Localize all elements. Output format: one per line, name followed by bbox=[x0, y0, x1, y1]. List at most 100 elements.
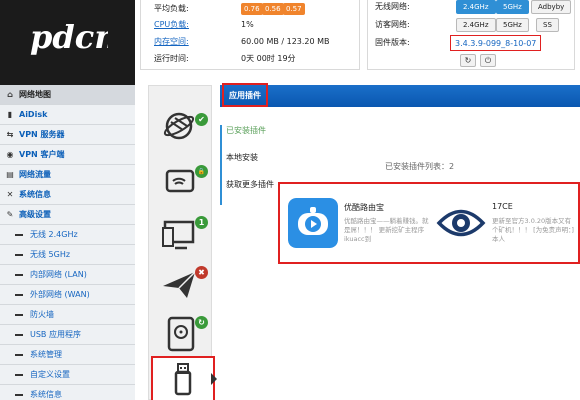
submenu-dash bbox=[15, 254, 23, 256]
menu-item-icon: ✎ bbox=[6, 210, 14, 219]
submenu-dash bbox=[15, 354, 23, 356]
menu-item-label: 系统信息 bbox=[19, 190, 51, 199]
plugin-card[interactable]: 17CE 更新至官方3.0.20版本又有个矿机！！！ [为免责声明：] 本人 bbox=[434, 188, 580, 258]
firmware-version-link[interactable]: 3.4.3.9-099_8-10-07 bbox=[450, 35, 542, 51]
menu-item[interactable]: ⇆ VPN 服务器 bbox=[0, 125, 135, 145]
wireless-5-button[interactable]: 5GHz bbox=[496, 0, 529, 14]
menu-item-icon: ⇆ bbox=[6, 130, 14, 139]
guest-row: 访客网络: 2.4GHz 5GHz SS bbox=[368, 15, 576, 35]
menu-item-label: 系统管理 bbox=[30, 350, 62, 359]
eye-logo-icon bbox=[436, 209, 486, 237]
submenu-dash bbox=[15, 394, 23, 396]
uptime-row: 运行时间: 0天 00时 19分 bbox=[141, 50, 361, 68]
main-menu: ⌂ 网络地图 ▮ AiDisk ⇆ VPN 服务器 ◉ VPN 客户端 ▤ 网络流量 ✕ 系统信息 ✎ 高… bbox=[0, 85, 135, 400]
guest-5-button[interactable]: 5GHz bbox=[496, 18, 529, 32]
panel-header: 应用插件 bbox=[220, 83, 580, 107]
menu-item-label: 无线 5GHz bbox=[30, 250, 71, 259]
cpu-label[interactable]: CPU负载: bbox=[154, 16, 189, 34]
menu-item-icon: ▤ bbox=[6, 170, 14, 179]
menu-item[interactable]: USB 应用程序 bbox=[0, 325, 135, 345]
cpu-row: CPU负载: 1% bbox=[141, 16, 361, 34]
menu-item-label: VPN 客户端 bbox=[19, 150, 65, 159]
panel-title: 应用插件 bbox=[222, 83, 268, 107]
ss-button[interactable]: SS bbox=[536, 18, 559, 32]
refresh-badge-icon: ↻ bbox=[195, 316, 208, 329]
plugin-desc: 优酷路由宝——躺着赚钱。就是屌！！！ 更新挖矿主程序ikuacc到 bbox=[344, 217, 429, 243]
usb-plugin-tab[interactable] bbox=[151, 356, 215, 400]
mem-label[interactable]: 内存空间: bbox=[154, 33, 189, 51]
plugin-cards: 优酷路由宝 优酷路由宝——躺着赚钱。就是屌！！！ 更新挖矿主程序ikuacc到 … bbox=[278, 182, 580, 264]
plugin-category-column: ✔ 🔒 1 ✖ ↻ bbox=[148, 85, 215, 400]
submenu-dash bbox=[15, 294, 23, 296]
firmware-row: 固件版本: 3.4.3.9-099_8-10-07 bbox=[368, 33, 576, 53]
youku-robot-icon bbox=[288, 198, 338, 248]
menu-item-icon: ✕ bbox=[6, 190, 14, 199]
load-value-2: 0.56 bbox=[262, 3, 284, 15]
menu-item[interactable]: 系统管理 bbox=[0, 345, 135, 365]
guest-24-button[interactable]: 2.4GHz bbox=[456, 18, 496, 32]
menu-item[interactable]: ◉ VPN 客户端 bbox=[0, 145, 135, 165]
usb-icon bbox=[174, 363, 192, 396]
menu-item[interactable]: ▮ AiDisk bbox=[0, 105, 135, 125]
system-status-panel: 平均负载: 0.76 0.56 0.57 CPU负载: 1% 内存空间: 60.… bbox=[140, 0, 360, 70]
menu-item-icon: ▮ bbox=[7, 110, 13, 119]
network-globe-icon[interactable] bbox=[161, 104, 201, 144]
error-badge-icon: ✖ bbox=[195, 266, 208, 279]
menu-item[interactable]: 防火墙 bbox=[0, 305, 135, 325]
menu-item[interactable]: ⌂ 网络地图 bbox=[0, 85, 135, 105]
plugin-card[interactable]: 优酷路由宝 优酷路由宝——躺着赚钱。就是屌！！！ 更新挖矿主程序ikuacc到 bbox=[286, 188, 436, 258]
wireless-24-button[interactable]: 2.4GHz bbox=[456, 0, 496, 14]
load-value-1: 0.76 bbox=[241, 3, 263, 15]
router-admin-page: pdcn ⌂ 网络地图 ▮ AiDisk ⇆ VPN 服务器 ◉ VPN 客户端 ▤ 网络流量 ✕ 系… bbox=[0, 0, 580, 400]
menu-item-label: 网络地图 bbox=[19, 90, 51, 99]
network-status-panel: 无线网络: 2.4GHz 5GHz Adbyby 访客网络: 2.4GHz 5G… bbox=[367, 0, 575, 70]
plugin-side-nav: 已安装插件 本地安装 获取更多插件 bbox=[220, 125, 276, 206]
menu-item[interactable]: ▤ 网络流量 bbox=[0, 165, 135, 185]
count-badge: 1 bbox=[195, 216, 208, 229]
menu-item[interactable]: ✕ 系统信息 bbox=[0, 185, 135, 205]
menu-item-label: 高级设置 bbox=[19, 210, 51, 219]
mem-row: 内存空间: 60.00 MB / 123.20 MB bbox=[141, 33, 361, 51]
check-badge-icon: ✔ bbox=[195, 113, 208, 126]
plugin-name: 优酷路由宝 bbox=[344, 203, 384, 212]
brand-logo: pdcn bbox=[30, 18, 108, 56]
menu-item[interactable]: 外部网络 (WAN) bbox=[0, 285, 135, 305]
plugin-desc: 更新至官方3.0.20版本又有个矿机！！！ [为免责声明：] 本人 bbox=[492, 217, 574, 243]
local-install-tab[interactable]: 本地安装 bbox=[226, 152, 276, 163]
menu-item[interactable]: ✎ 高级设置 bbox=[0, 205, 135, 225]
more-plugins-tab[interactable]: 获取更多插件 bbox=[226, 179, 276, 190]
plugin-name: 17CE bbox=[492, 202, 513, 211]
menu-item[interactable]: 内部网络 (LAN) bbox=[0, 265, 135, 285]
submenu-dash bbox=[15, 234, 23, 236]
plugin-panel: 应用插件 已安装插件 本地安装 获取更多插件 已安装插件列表：2 优酷路由宝 优… bbox=[220, 83, 580, 400]
adbyby-button[interactable]: Adbyby bbox=[531, 0, 572, 14]
uptime-value: 0天 00时 19分 bbox=[241, 54, 296, 63]
menu-item-label: 系统信息 bbox=[30, 390, 62, 399]
guest-label: 访客网络: bbox=[375, 20, 410, 29]
installed-count-label: 已安装插件列表：2 bbox=[385, 162, 455, 171]
menu-item[interactable]: 无线 2.4GHz bbox=[0, 225, 135, 245]
submenu-dash bbox=[15, 334, 23, 336]
tablet-wifi-icon[interactable] bbox=[161, 161, 201, 201]
menu-item-label: 网络流量 bbox=[19, 170, 51, 179]
lock-badge-icon: 🔒 bbox=[195, 165, 208, 178]
power-icon[interactable]: ⏻ bbox=[480, 54, 496, 67]
menu-item[interactable]: 无线 5GHz bbox=[0, 245, 135, 265]
menu-item[interactable]: 自定义设置 bbox=[0, 365, 135, 385]
menu-item-label: 防火墙 bbox=[30, 310, 54, 319]
refresh-icon[interactable]: ↻ bbox=[460, 54, 476, 67]
firmware-label: 固件版本: bbox=[375, 38, 410, 47]
selected-arrow bbox=[211, 373, 217, 385]
menu-item-label: VPN 服务器 bbox=[19, 130, 65, 139]
menu-item-icon: ⌂ bbox=[7, 90, 13, 99]
submenu-dash bbox=[15, 374, 23, 376]
menu-item-label: AiDisk bbox=[19, 110, 48, 119]
load-value-3: 0.57 bbox=[283, 3, 305, 15]
menu-item-icon: ◉ bbox=[6, 150, 14, 159]
menu-item-label: 外部网络 (WAN) bbox=[30, 290, 90, 299]
menu-item-label: 无线 2.4GHz bbox=[30, 230, 78, 239]
installed-plugins-tab[interactable]: 已安装插件 bbox=[226, 125, 276, 136]
menu-item[interactable]: 系统信息 bbox=[0, 385, 135, 400]
submenu-dash bbox=[15, 274, 23, 276]
menu-item-label: 内部网络 (LAN) bbox=[30, 270, 87, 279]
